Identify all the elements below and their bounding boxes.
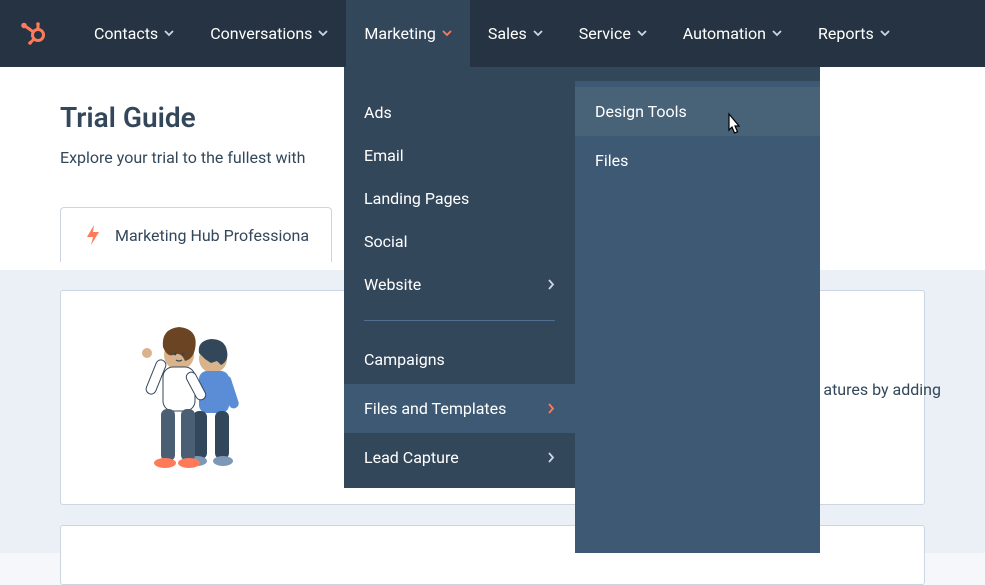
dd-label: Campaigns bbox=[364, 350, 445, 369]
chevron-down-icon bbox=[164, 30, 174, 37]
nav-item-automation[interactable]: Automation bbox=[665, 0, 800, 67]
marketing-dropdown: Ads Email Landing Pages Social Website C… bbox=[344, 67, 575, 488]
dd-item-lead-capture[interactable]: Lead Capture bbox=[344, 433, 575, 482]
nav-label: Marketing bbox=[364, 24, 435, 43]
tab-marketing-hub[interactable]: Marketing Hub Professiona bbox=[60, 207, 332, 262]
hubspot-logo-icon[interactable] bbox=[18, 20, 46, 48]
dd-label: Ads bbox=[364, 103, 392, 122]
dd-item-design-tools[interactable]: Design Tools bbox=[575, 87, 820, 136]
dd-label: Files and Templates bbox=[364, 399, 506, 418]
bolt-icon bbox=[83, 224, 103, 246]
chevron-down-icon bbox=[637, 30, 647, 37]
top-navbar: Contacts Conversations Marketing Sales S… bbox=[0, 0, 985, 67]
dd-item-files[interactable]: Files bbox=[575, 136, 820, 185]
dd-label: Files bbox=[595, 151, 628, 170]
chevron-right-icon bbox=[548, 452, 555, 463]
nav-items-container: Contacts Conversations Marketing Sales S… bbox=[76, 0, 908, 67]
nav-label: Service bbox=[579, 24, 631, 43]
nav-item-conversations[interactable]: Conversations bbox=[192, 0, 346, 67]
chevron-down-icon bbox=[880, 30, 890, 37]
dd-item-social[interactable]: Social bbox=[344, 220, 575, 263]
nav-item-sales[interactable]: Sales bbox=[470, 0, 561, 67]
dd-label: Lead Capture bbox=[364, 448, 459, 467]
dd-item-website[interactable]: Website bbox=[344, 263, 575, 306]
nav-label: Automation bbox=[683, 24, 766, 43]
dd-label: Social bbox=[364, 232, 407, 251]
chevron-down-icon bbox=[442, 30, 452, 37]
chevron-down-icon bbox=[318, 30, 328, 37]
dd-item-email[interactable]: Email bbox=[344, 134, 575, 177]
card-text-fragment: atures by adding bbox=[823, 380, 941, 399]
dd-item-ads[interactable]: Ads bbox=[344, 91, 575, 134]
submenu-header-spacer bbox=[575, 67, 820, 81]
nav-item-service[interactable]: Service bbox=[561, 0, 665, 67]
dd-item-landing-pages[interactable]: Landing Pages bbox=[344, 177, 575, 220]
chevron-down-icon bbox=[533, 30, 543, 37]
dd-label: Email bbox=[364, 146, 404, 165]
chevron-right-icon bbox=[548, 403, 555, 414]
nav-label: Contacts bbox=[94, 24, 158, 43]
nav-item-contacts[interactable]: Contacts bbox=[76, 0, 192, 67]
chevron-down-icon bbox=[772, 30, 782, 37]
files-templates-submenu: Design Tools Files bbox=[575, 67, 820, 553]
nav-item-marketing[interactable]: Marketing bbox=[346, 0, 469, 67]
dd-label: Website bbox=[364, 275, 421, 294]
nav-label: Reports bbox=[818, 24, 874, 43]
dd-label: Design Tools bbox=[595, 102, 687, 121]
nav-item-reports[interactable]: Reports bbox=[800, 0, 908, 67]
nav-label: Sales bbox=[488, 24, 527, 43]
dropdown-divider bbox=[364, 320, 555, 321]
chevron-right-icon bbox=[548, 279, 555, 290]
tab-label: Marketing Hub Professiona bbox=[115, 226, 309, 245]
dd-item-campaigns[interactable]: Campaigns bbox=[344, 335, 575, 384]
people-illustration bbox=[121, 311, 261, 491]
dd-label: Landing Pages bbox=[364, 189, 469, 208]
nav-label: Conversations bbox=[210, 24, 312, 43]
dd-item-files-templates[interactable]: Files and Templates bbox=[344, 384, 575, 433]
